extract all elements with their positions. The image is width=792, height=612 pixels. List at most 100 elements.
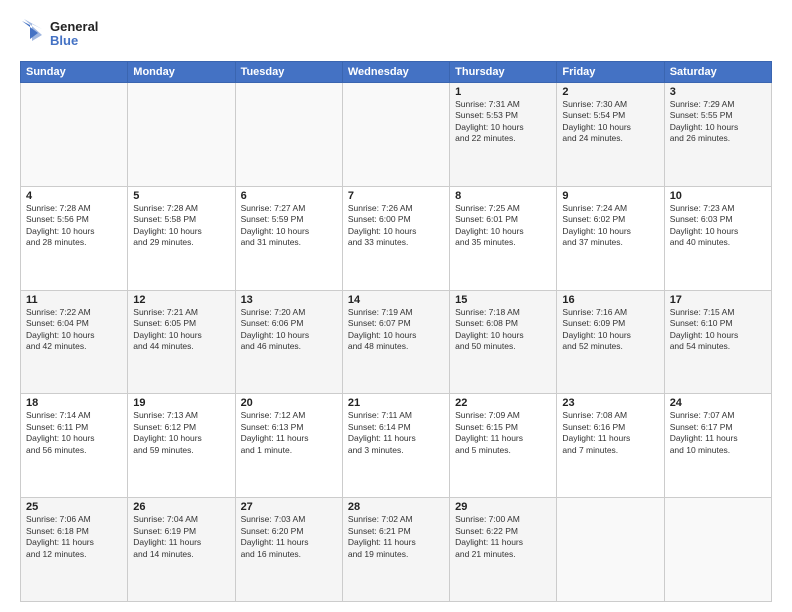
calendar-cell <box>664 498 771 602</box>
cell-date-number: 12 <box>133 294 229 306</box>
calendar-cell: 16Sunrise: 7:16 AMSunset: 6:09 PMDayligh… <box>557 290 664 394</box>
cell-date-number: 4 <box>26 190 122 202</box>
cell-date-number: 9 <box>562 190 658 202</box>
calendar-cell: 29Sunrise: 7:00 AMSunset: 6:22 PMDayligh… <box>450 498 557 602</box>
cell-info-text: Sunrise: 7:07 AMSunset: 6:17 PMDaylight:… <box>670 410 766 456</box>
cell-info-text: Sunrise: 7:27 AMSunset: 5:59 PMDaylight:… <box>241 203 337 249</box>
cell-info-text: Sunrise: 7:21 AMSunset: 6:05 PMDaylight:… <box>133 307 229 353</box>
cell-date-number: 14 <box>348 294 444 306</box>
cell-info-text: Sunrise: 7:14 AMSunset: 6:11 PMDaylight:… <box>26 410 122 456</box>
calendar-cell: 18Sunrise: 7:14 AMSunset: 6:11 PMDayligh… <box>21 394 128 498</box>
calendar-cell: 23Sunrise: 7:08 AMSunset: 6:16 PMDayligh… <box>557 394 664 498</box>
cell-date-number: 26 <box>133 501 229 513</box>
calendar-header-sunday: Sunday <box>21 62 128 83</box>
cell-info-text: Sunrise: 7:06 AMSunset: 6:18 PMDaylight:… <box>26 514 122 560</box>
calendar-cell: 5Sunrise: 7:28 AMSunset: 5:58 PMDaylight… <box>128 186 235 290</box>
page: General Blue SundayMondayTuesdayWednesda… <box>0 0 792 612</box>
logo-container: General Blue <box>20 15 110 53</box>
calendar-header-saturday: Saturday <box>664 62 771 83</box>
calendar-cell: 7Sunrise: 7:26 AMSunset: 6:00 PMDaylight… <box>342 186 449 290</box>
cell-date-number: 28 <box>348 501 444 513</box>
cell-info-text: Sunrise: 7:29 AMSunset: 5:55 PMDaylight:… <box>670 99 766 145</box>
calendar-cell: 17Sunrise: 7:15 AMSunset: 6:10 PMDayligh… <box>664 290 771 394</box>
calendar-cell <box>128 83 235 187</box>
calendar-week-2: 4Sunrise: 7:28 AMSunset: 5:56 PMDaylight… <box>21 186 772 290</box>
calendar-cell: 6Sunrise: 7:27 AMSunset: 5:59 PMDaylight… <box>235 186 342 290</box>
cell-date-number: 16 <box>562 294 658 306</box>
cell-date-number: 24 <box>670 397 766 409</box>
calendar-cell: 4Sunrise: 7:28 AMSunset: 5:56 PMDaylight… <box>21 186 128 290</box>
cell-date-number: 15 <box>455 294 551 306</box>
calendar-cell: 26Sunrise: 7:04 AMSunset: 6:19 PMDayligh… <box>128 498 235 602</box>
cell-info-text: Sunrise: 7:08 AMSunset: 6:16 PMDaylight:… <box>562 410 658 456</box>
cell-info-text: Sunrise: 7:28 AMSunset: 5:58 PMDaylight:… <box>133 203 229 249</box>
cell-date-number: 21 <box>348 397 444 409</box>
cell-date-number: 18 <box>26 397 122 409</box>
svg-text:Blue: Blue <box>50 33 78 48</box>
calendar-table: SundayMondayTuesdayWednesdayThursdayFrid… <box>20 61 772 602</box>
calendar-header-friday: Friday <box>557 62 664 83</box>
calendar-cell: 3Sunrise: 7:29 AMSunset: 5:55 PMDaylight… <box>664 83 771 187</box>
cell-info-text: Sunrise: 7:28 AMSunset: 5:56 PMDaylight:… <box>26 203 122 249</box>
cell-info-text: Sunrise: 7:20 AMSunset: 6:06 PMDaylight:… <box>241 307 337 353</box>
logo-svg: General Blue <box>20 15 110 53</box>
cell-date-number: 17 <box>670 294 766 306</box>
calendar-cell: 13Sunrise: 7:20 AMSunset: 6:06 PMDayligh… <box>235 290 342 394</box>
cell-info-text: Sunrise: 7:12 AMSunset: 6:13 PMDaylight:… <box>241 410 337 456</box>
calendar-cell: 19Sunrise: 7:13 AMSunset: 6:12 PMDayligh… <box>128 394 235 498</box>
cell-info-text: Sunrise: 7:00 AMSunset: 6:22 PMDaylight:… <box>455 514 551 560</box>
cell-info-text: Sunrise: 7:23 AMSunset: 6:03 PMDaylight:… <box>670 203 766 249</box>
cell-info-text: Sunrise: 7:02 AMSunset: 6:21 PMDaylight:… <box>348 514 444 560</box>
cell-date-number: 13 <box>241 294 337 306</box>
cell-info-text: Sunrise: 7:04 AMSunset: 6:19 PMDaylight:… <box>133 514 229 560</box>
cell-info-text: Sunrise: 7:15 AMSunset: 6:10 PMDaylight:… <box>670 307 766 353</box>
cell-info-text: Sunrise: 7:03 AMSunset: 6:20 PMDaylight:… <box>241 514 337 560</box>
cell-info-text: Sunrise: 7:22 AMSunset: 6:04 PMDaylight:… <box>26 307 122 353</box>
calendar-week-1: 1Sunrise: 7:31 AMSunset: 5:53 PMDaylight… <box>21 83 772 187</box>
cell-date-number: 1 <box>455 86 551 98</box>
calendar-cell: 21Sunrise: 7:11 AMSunset: 6:14 PMDayligh… <box>342 394 449 498</box>
cell-date-number: 7 <box>348 190 444 202</box>
cell-date-number: 11 <box>26 294 122 306</box>
cell-info-text: Sunrise: 7:31 AMSunset: 5:53 PMDaylight:… <box>455 99 551 145</box>
cell-date-number: 29 <box>455 501 551 513</box>
calendar-cell: 28Sunrise: 7:02 AMSunset: 6:21 PMDayligh… <box>342 498 449 602</box>
logo: General Blue <box>20 15 110 53</box>
cell-date-number: 20 <box>241 397 337 409</box>
cell-date-number: 10 <box>670 190 766 202</box>
calendar-header-row: SundayMondayTuesdayWednesdayThursdayFrid… <box>21 62 772 83</box>
cell-date-number: 19 <box>133 397 229 409</box>
calendar-cell <box>21 83 128 187</box>
calendar-cell: 27Sunrise: 7:03 AMSunset: 6:20 PMDayligh… <box>235 498 342 602</box>
cell-date-number: 23 <box>562 397 658 409</box>
calendar-header-wednesday: Wednesday <box>342 62 449 83</box>
cell-info-text: Sunrise: 7:19 AMSunset: 6:07 PMDaylight:… <box>348 307 444 353</box>
cell-date-number: 2 <box>562 86 658 98</box>
cell-info-text: Sunrise: 7:11 AMSunset: 6:14 PMDaylight:… <box>348 410 444 456</box>
calendar-cell: 25Sunrise: 7:06 AMSunset: 6:18 PMDayligh… <box>21 498 128 602</box>
calendar-cell: 2Sunrise: 7:30 AMSunset: 5:54 PMDaylight… <box>557 83 664 187</box>
header: General Blue <box>20 15 772 53</box>
calendar-cell: 15Sunrise: 7:18 AMSunset: 6:08 PMDayligh… <box>450 290 557 394</box>
calendar-cell: 24Sunrise: 7:07 AMSunset: 6:17 PMDayligh… <box>664 394 771 498</box>
cell-date-number: 3 <box>670 86 766 98</box>
cell-info-text: Sunrise: 7:09 AMSunset: 6:15 PMDaylight:… <box>455 410 551 456</box>
calendar-week-3: 11Sunrise: 7:22 AMSunset: 6:04 PMDayligh… <box>21 290 772 394</box>
calendar-cell: 8Sunrise: 7:25 AMSunset: 6:01 PMDaylight… <box>450 186 557 290</box>
calendar-week-5: 25Sunrise: 7:06 AMSunset: 6:18 PMDayligh… <box>21 498 772 602</box>
cell-date-number: 6 <box>241 190 337 202</box>
calendar-header-tuesday: Tuesday <box>235 62 342 83</box>
calendar-cell: 12Sunrise: 7:21 AMSunset: 6:05 PMDayligh… <box>128 290 235 394</box>
cell-info-text: Sunrise: 7:18 AMSunset: 6:08 PMDaylight:… <box>455 307 551 353</box>
calendar-week-4: 18Sunrise: 7:14 AMSunset: 6:11 PMDayligh… <box>21 394 772 498</box>
calendar-cell <box>235 83 342 187</box>
cell-date-number: 27 <box>241 501 337 513</box>
calendar-cell: 9Sunrise: 7:24 AMSunset: 6:02 PMDaylight… <box>557 186 664 290</box>
cell-info-text: Sunrise: 7:24 AMSunset: 6:02 PMDaylight:… <box>562 203 658 249</box>
calendar-cell: 10Sunrise: 7:23 AMSunset: 6:03 PMDayligh… <box>664 186 771 290</box>
calendar-body: 1Sunrise: 7:31 AMSunset: 5:53 PMDaylight… <box>21 83 772 602</box>
cell-info-text: Sunrise: 7:26 AMSunset: 6:00 PMDaylight:… <box>348 203 444 249</box>
cell-info-text: Sunrise: 7:16 AMSunset: 6:09 PMDaylight:… <box>562 307 658 353</box>
calendar-cell: 20Sunrise: 7:12 AMSunset: 6:13 PMDayligh… <box>235 394 342 498</box>
calendar-cell: 22Sunrise: 7:09 AMSunset: 6:15 PMDayligh… <box>450 394 557 498</box>
